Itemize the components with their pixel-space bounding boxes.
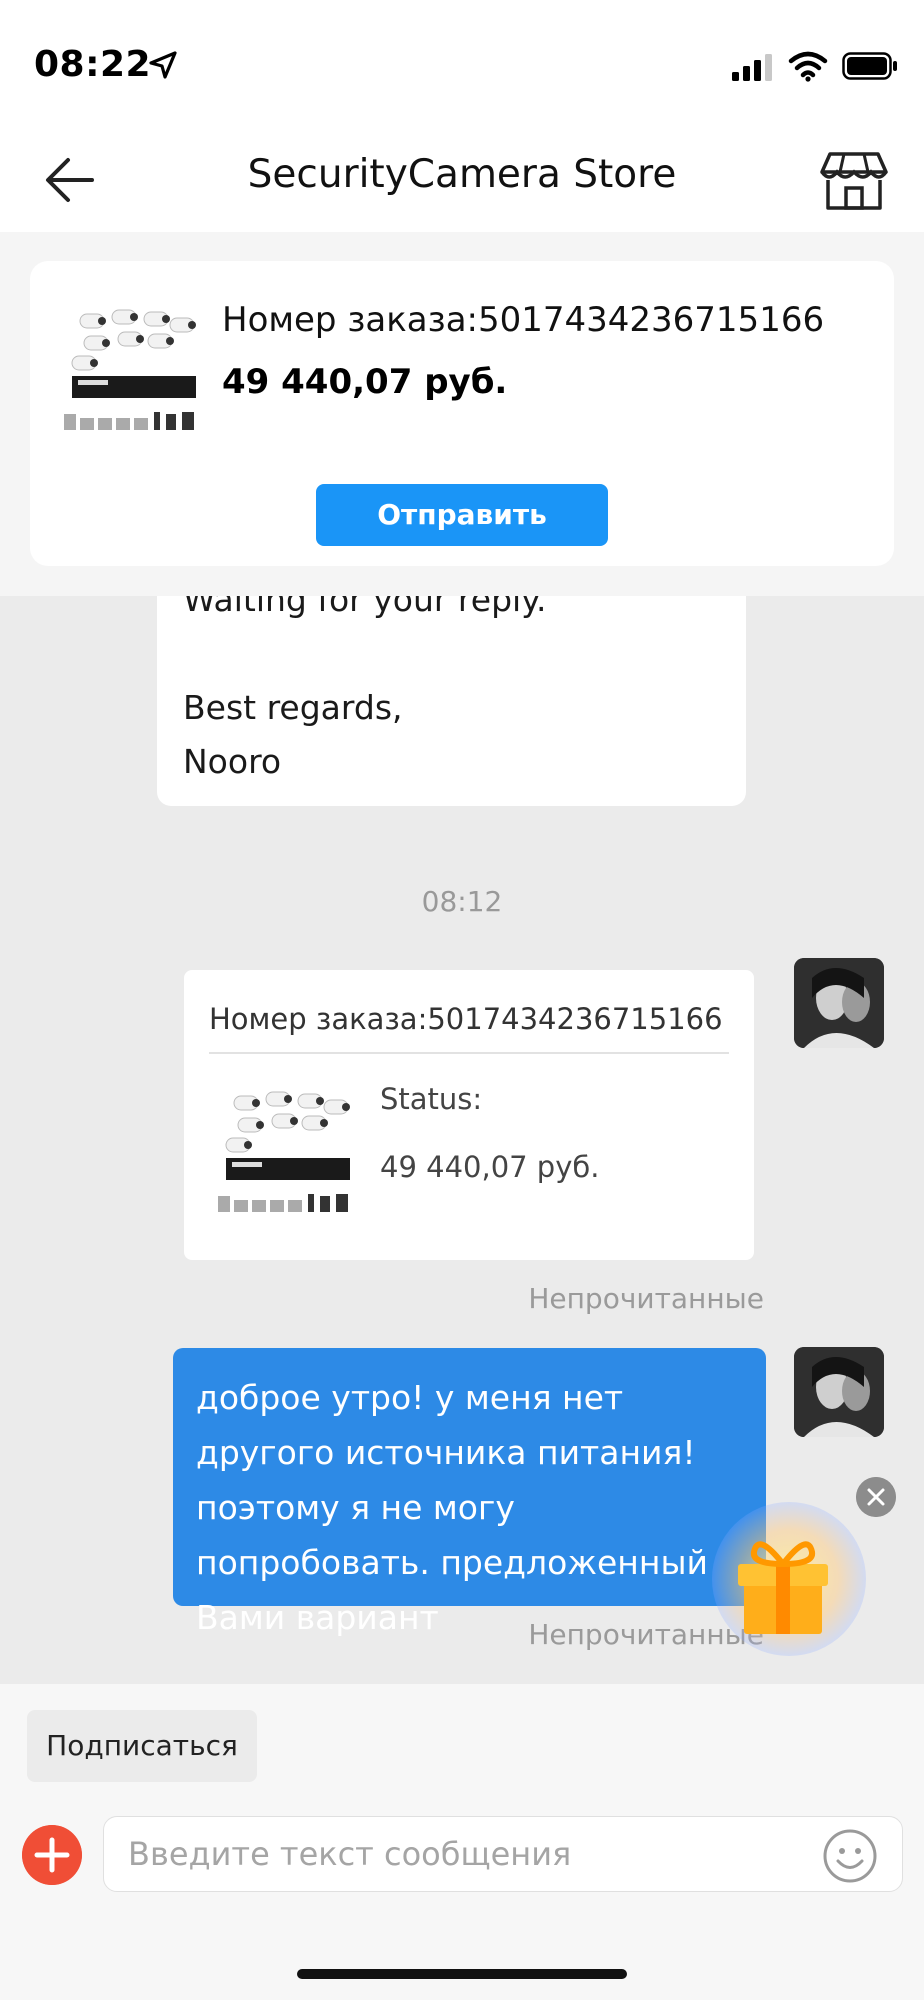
location-arrow-icon [149,51,177,79]
message-line: Best regards, [183,688,403,727]
message-timestamp: 08:12 [421,885,503,918]
avatar[interactable] [794,958,884,1048]
wifi-icon [788,51,828,82]
subscribe-button[interactable]: Подписаться [27,1710,257,1782]
incoming-message: Waiting for your reply. Best regards, No… [157,560,746,806]
pinned-order-number: Номер заказа:5017434236715166 [222,300,825,340]
divider [209,1052,729,1054]
emoji-icon[interactable] [822,1828,878,1884]
pinned-order-price: 49 440,07 руб. [222,362,508,402]
store-icon[interactable] [820,150,888,212]
plus-icon[interactable] [22,1825,82,1885]
signal-icon [732,54,772,81]
avatar[interactable] [794,1347,884,1437]
message-line: Nooro [183,742,282,781]
order-card-price: 49 440,07 руб. [380,1150,600,1184]
order-card-number: Номер заказа:5017434236715166 [209,1002,723,1036]
home-indicator [297,1969,627,1979]
back-arrow-icon[interactable] [40,152,100,208]
send-order-button[interactable]: Отправить [316,484,608,546]
close-icon[interactable] [856,1477,896,1517]
gift-icon[interactable] [728,1528,838,1638]
page-title: SecurityCamera Store [247,152,677,197]
status-time: 08:22 [34,44,152,85]
outgoing-message-text: доброе утро! у меня нет другого источник… [196,1378,708,1637]
battery-icon [842,52,897,80]
read-status: Непрочитанные [528,1282,764,1315]
product-thumbnail [212,1082,360,1232]
product-thumbnail [58,300,206,450]
message-input[interactable] [103,1816,903,1892]
order-card-status: Status: [380,1082,483,1116]
